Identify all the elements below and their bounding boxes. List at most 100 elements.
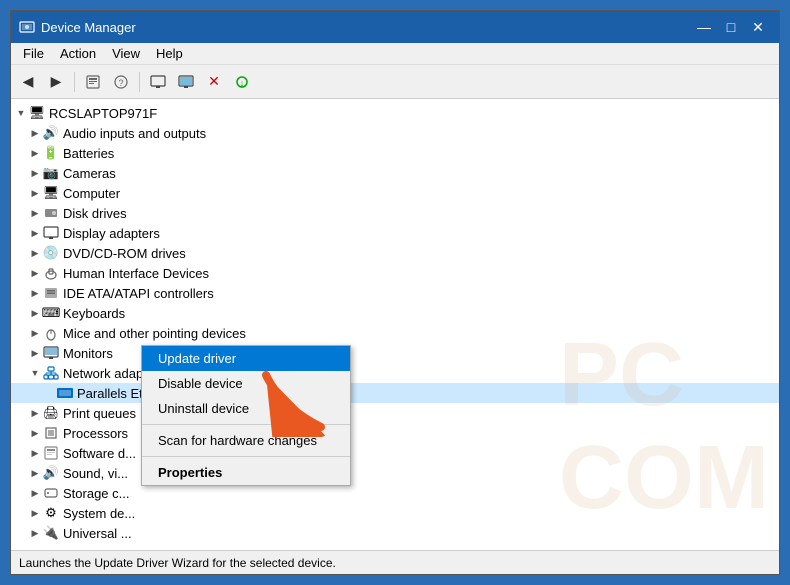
system-expand-icon: ▶ [29, 507, 41, 519]
tree-item-mice[interactable]: ▶ Mice and other pointing devices [11, 323, 779, 343]
universal-expand-icon: ▶ [29, 527, 41, 539]
cameras-icon: 📷 [43, 165, 59, 181]
display-expand-icon: ▶ [29, 227, 41, 239]
ctx-scan-changes[interactable]: Scan for hardware changes [142, 428, 350, 453]
tree-item-cameras[interactable]: ▶ 📷 Cameras [11, 163, 779, 183]
ctx-uninstall-device[interactable]: Uninstall device [142, 396, 350, 421]
sound-label: Sound, vi... [63, 466, 128, 481]
tree-item-parallels[interactable]: Parallels Ethernet Adapter [11, 383, 779, 403]
tree-item-universal[interactable]: ▶ 🔌 Universal ... [11, 523, 779, 543]
dvd-expand-icon: ▶ [29, 247, 41, 259]
svg-text:↓: ↓ [240, 78, 245, 88]
display-icon [43, 225, 59, 241]
ctx-disable-device[interactable]: Disable device [142, 371, 350, 396]
universal-icon: 🔌 [43, 525, 59, 541]
tree-item-dvd[interactable]: ▶ 💿 DVD/CD-ROM drives [11, 243, 779, 263]
hid-expand-icon: ▶ [29, 267, 41, 279]
universal-label: Universal ... [63, 526, 132, 541]
back-button[interactable]: ◀ [15, 69, 41, 95]
tree-item-print[interactable]: ▶ 🖨 Print queues [11, 403, 779, 423]
display-button[interactable] [145, 69, 171, 95]
ctx-properties[interactable]: Properties [142, 460, 350, 485]
parallels-expand-icon [43, 387, 55, 399]
menu-action[interactable]: Action [52, 44, 104, 63]
tree-item-processors[interactable]: ▶ Processors [11, 423, 779, 443]
software-expand-icon: ▶ [29, 447, 41, 459]
toolbar-separator-1 [74, 72, 75, 92]
print-label: Print queues [63, 406, 136, 421]
toolbar-monitor-btn[interactable] [173, 69, 199, 95]
device-manager-window: Device Manager — □ ✕ File Action View He… [10, 10, 780, 575]
computer-label: Computer [63, 186, 120, 201]
close-button[interactable]: ✕ [745, 14, 771, 40]
processors-icon [43, 425, 59, 441]
cameras-expand-icon: ▶ [29, 167, 41, 179]
tree-item-keyboards[interactable]: ▶ ⌨ Keyboards [11, 303, 779, 323]
tree-root[interactable]: ▼ 🖥 RCSLAPTOP971F [11, 103, 779, 123]
forward-button[interactable]: ▶ [43, 69, 69, 95]
print-icon: 🖨 [43, 405, 59, 421]
cameras-label: Cameras [63, 166, 116, 181]
ide-expand-icon: ▶ [29, 287, 41, 299]
maximize-button[interactable]: □ [718, 14, 744, 40]
device-tree[interactable]: ▼ 🖥 RCSLAPTOP971F ▶ 🔊 Audio inputs and o… [11, 99, 779, 550]
storage-expand-icon: ▶ [29, 487, 41, 499]
status-text: Launches the Update Driver Wizard for th… [19, 556, 336, 570]
main-area: ▼ 🖥 RCSLAPTOP971F ▶ 🔊 Audio inputs and o… [11, 99, 779, 550]
audio-label: Audio inputs and outputs [63, 126, 206, 141]
toolbar: ◀ ▶ ? ✕ ↓ [11, 65, 779, 99]
menu-help[interactable]: Help [148, 44, 191, 63]
tree-item-network[interactable]: ▼ Network adapters [11, 363, 779, 383]
minimize-button[interactable]: — [691, 14, 717, 40]
tree-item-system[interactable]: ▶ ⚙ System de... [11, 503, 779, 523]
tree-item-disk[interactable]: ▶ Disk drives [11, 203, 779, 223]
menu-file[interactable]: File [15, 44, 52, 63]
window-title: Device Manager [41, 20, 691, 35]
computer-expand-icon: ▶ [29, 187, 41, 199]
menu-view[interactable]: View [104, 44, 148, 63]
root-expand-icon: ▼ [15, 107, 27, 119]
hid-label: Human Interface Devices [63, 266, 209, 281]
monitors-expand-icon: ▶ [29, 347, 41, 359]
print-expand-icon: ▶ [29, 407, 41, 419]
display-label: Display adapters [63, 226, 160, 241]
tree-item-batteries[interactable]: ▶ 🔋 Batteries [11, 143, 779, 163]
monitors-label: Monitors [63, 346, 113, 361]
hid-icon [43, 265, 59, 281]
keyboards-expand-icon: ▶ [29, 307, 41, 319]
remove-button[interactable]: ✕ [201, 69, 227, 95]
system-icon: ⚙ [43, 505, 59, 521]
root-label: RCSLAPTOP971F [49, 106, 157, 121]
keyboards-icon: ⌨ [43, 305, 59, 321]
menu-bar: File Action View Help [11, 43, 779, 65]
scan-button[interactable]: ↓ [229, 69, 255, 95]
app-icon [19, 19, 35, 35]
tree-item-audio[interactable]: ▶ 🔊 Audio inputs and outputs [11, 123, 779, 143]
mice-label: Mice and other pointing devices [63, 326, 246, 341]
network-expand-icon: ▼ [29, 367, 41, 379]
tree-item-ide[interactable]: ▶ IDE ATA/ATAPI controllers [11, 283, 779, 303]
tree-item-storage[interactable]: ▶ Storage c... [11, 483, 779, 503]
mice-icon [43, 325, 59, 341]
toolbar-separator-2 [139, 72, 140, 92]
sound-icon: 🔊 [43, 465, 59, 481]
tree-item-software[interactable]: ▶ Software d... [11, 443, 779, 463]
tree-item-monitors[interactable]: ▶ Monitors [11, 343, 779, 363]
properties-button[interactable] [80, 69, 106, 95]
update-driver-button[interactable]: ? [108, 69, 134, 95]
tree-item-display[interactable]: ▶ Display adapters [11, 223, 779, 243]
title-bar: Device Manager — □ ✕ [11, 11, 779, 43]
processors-label: Processors [63, 426, 128, 441]
computer-item-icon: 🖥 [43, 185, 59, 201]
ctx-separator-1 [142, 424, 350, 425]
tree-item-hid[interactable]: ▶ Human Interface Devices [11, 263, 779, 283]
tree-item-sound[interactable]: ▶ 🔊 Sound, vi... [11, 463, 779, 483]
ctx-update-driver[interactable]: Update driver [142, 346, 350, 371]
software-label: Software d... [63, 446, 136, 461]
ide-icon [43, 285, 59, 301]
batteries-icon: 🔋 [43, 145, 59, 161]
tree-item-computer[interactable]: ▶ 🖥 Computer [11, 183, 779, 203]
parallels-icon [57, 385, 73, 401]
software-icon [43, 445, 59, 461]
batteries-label: Batteries [63, 146, 114, 161]
